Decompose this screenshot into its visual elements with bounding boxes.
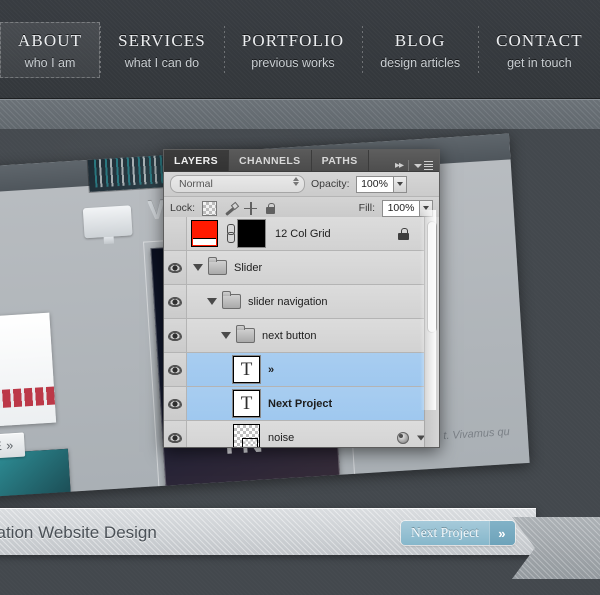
chevron-down-icon[interactable]	[207, 298, 217, 305]
blend-mode-row: Normal Opacity: 100%	[164, 172, 439, 197]
fill-input[interactable]: 100%	[382, 199, 433, 217]
layer-content: T »	[187, 353, 439, 386]
lock-icon	[398, 227, 409, 240]
tab-channels[interactable]: CHANNELS	[229, 150, 312, 171]
next-project-button[interactable]: Next Project »	[401, 521, 515, 545]
layer-content: slider navigation	[187, 285, 439, 318]
lock-image-pixels-icon[interactable]	[224, 202, 237, 215]
layer-name[interactable]: noise	[268, 432, 294, 444]
opacity-label: Opacity:	[311, 178, 350, 190]
nav-item-blog[interactable]: BLOG design articles	[362, 22, 478, 78]
layer-thumbnail[interactable]	[233, 424, 260, 447]
site-top-navigation: ABOUT who I am SERVICES what I can do PO…	[0, 0, 600, 99]
layer-effects-icon[interactable]	[397, 431, 409, 444]
blend-mode-stepper-icon[interactable]	[293, 177, 299, 186]
nav-item-services-title: SERVICES	[118, 30, 206, 50]
layer-name[interactable]: next button	[262, 330, 316, 342]
table-row[interactable]: next button	[164, 319, 439, 353]
layer-name[interactable]: »	[268, 364, 274, 376]
table-row[interactable]: noise	[164, 421, 439, 447]
nav-item-contact[interactable]: CONTACT get in touch	[478, 22, 600, 78]
link-mask-icon[interactable]	[226, 223, 235, 245]
folder-icon	[222, 291, 241, 309]
nav-item-about[interactable]: ABOUT who I am	[0, 22, 101, 78]
nav-item-portfolio-subtitle: previous works	[251, 55, 335, 70]
layer-visibility-toggle[interactable]	[164, 251, 187, 284]
blend-mode-select[interactable]: Normal	[170, 175, 305, 193]
nav-item-portfolio[interactable]: PORTFOLIO previous works	[223, 22, 362, 78]
layer-visibility-toggle[interactable]	[164, 217, 187, 250]
panel-tab-bar: LAYERS CHANNELS PATHS ▸▸	[164, 150, 439, 172]
layer-content: Slider	[187, 251, 439, 284]
nav-item-blog-subtitle: design articles	[380, 55, 461, 70]
text-layer-thumbnail[interactable]: T	[233, 356, 260, 383]
fill-dropdown-icon[interactable]	[419, 200, 432, 216]
nav-item-blog-title: BLOG	[394, 30, 446, 50]
lock-label: Lock:	[170, 202, 196, 214]
nav-item-services-subtitle: what I can do	[124, 55, 200, 70]
blend-mode-value: Normal	[179, 178, 213, 190]
panel-tab-icons: ▸▸	[389, 160, 439, 171]
layer-mask-thumbnail[interactable]	[238, 220, 265, 247]
lock-transparent-pixels-icon[interactable]	[202, 200, 218, 216]
photoshop-layers-panel: LAYERS CHANNELS PATHS ▸▸ Normal Opacity:…	[163, 149, 440, 448]
table-row[interactable]: 12 Col Grid	[164, 217, 439, 251]
design-preview-lorem-text: t. Vivamus qu	[442, 426, 511, 443]
layer-name[interactable]: slider navigation	[248, 296, 328, 308]
fill-label: Fill:	[358, 202, 375, 214]
nav-item-contact-subtitle: get in touch	[507, 55, 572, 70]
project-title: cation Website Design	[0, 523, 157, 542]
opacity-input[interactable]: 100%	[355, 175, 407, 193]
nav-items-container: ABOUT who I am SERVICES what I can do PO…	[0, 22, 600, 78]
layer-visibility-toggle[interactable]	[164, 421, 187, 447]
fill-value: 100%	[387, 202, 415, 214]
next-project-button-label: Next Project	[411, 525, 479, 540]
table-row[interactable]: T Next Project	[164, 387, 439, 421]
chevron-double-right-icon: »	[488, 521, 515, 545]
monitor-icon	[82, 205, 133, 239]
design-preview-card-1	[0, 312, 57, 432]
layer-visibility-toggle[interactable]	[164, 353, 187, 386]
lock-position-icon[interactable]	[244, 201, 258, 215]
tab-layers[interactable]: LAYERS	[164, 150, 230, 171]
chevron-down-icon[interactable]	[221, 332, 231, 339]
layer-thumbnail[interactable]	[191, 220, 218, 247]
layer-visibility-toggle[interactable]	[164, 319, 187, 352]
panel-menu-icon[interactable]	[414, 161, 433, 170]
nav-item-portfolio-title: PORTFOLIO	[241, 30, 345, 50]
nav-bottom-strip	[0, 99, 600, 131]
nav-item-about-subtitle: who I am	[24, 55, 76, 70]
layer-name[interactable]: Next Project	[268, 398, 332, 410]
table-row[interactable]: slider navigation	[164, 285, 439, 319]
table-row[interactable]: Slider	[164, 251, 439, 285]
opacity-dropdown-icon[interactable]	[392, 176, 406, 192]
layer-content: next button	[187, 319, 439, 352]
collapse-panel-icon[interactable]: ▸▸	[395, 160, 404, 171]
folder-icon	[208, 257, 227, 275]
opacity-value: 100%	[361, 178, 388, 190]
layer-name[interactable]: 12 Col Grid	[275, 228, 331, 240]
nav-item-services[interactable]: SERVICES what I can do	[100, 22, 224, 78]
tab-paths[interactable]: PATHS	[311, 150, 369, 171]
chevron-down-icon[interactable]	[193, 264, 203, 271]
nav-item-contact-title: CONTACT	[496, 30, 583, 50]
layer-visibility-toggle[interactable]	[164, 387, 187, 420]
lock-all-icon[interactable]	[264, 202, 277, 215]
folder-icon	[236, 325, 255, 343]
layer-list-scrollbar[interactable]	[424, 217, 439, 447]
layer-name[interactable]: Slider	[234, 262, 262, 274]
layer-list[interactable]: 12 Col Grid Slider slider navigation nex…	[164, 217, 439, 447]
layer-visibility-toggle[interactable]	[164, 285, 187, 318]
text-layer-thumbnail[interactable]: T	[233, 390, 260, 417]
icon-divider	[408, 160, 409, 171]
layer-content: T Next Project	[187, 387, 439, 420]
scrollbar-thumb[interactable]	[427, 221, 437, 333]
nav-item-about-title: ABOUT	[18, 30, 83, 50]
app-root: ABOUT who I am SERVICES what I can do PO…	[0, 0, 600, 595]
table-row[interactable]: T »	[164, 353, 439, 387]
